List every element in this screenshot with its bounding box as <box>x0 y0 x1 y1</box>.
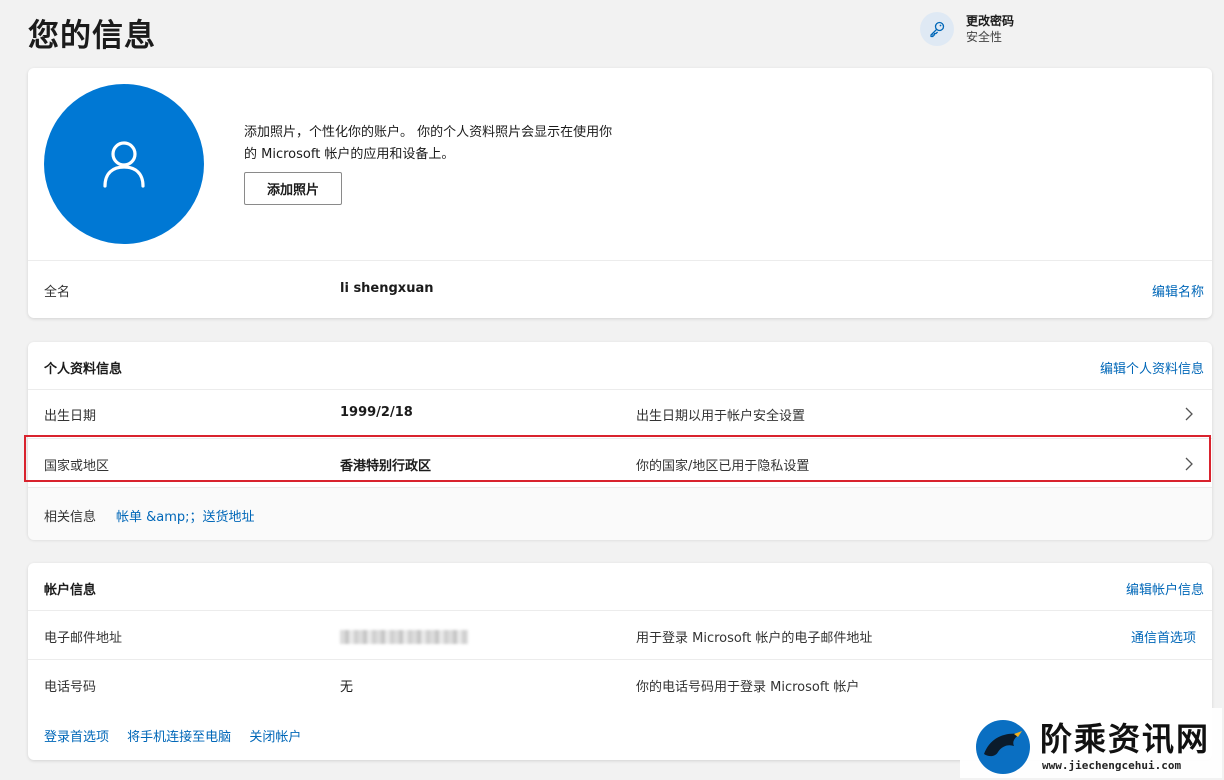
phone-value: 无 <box>340 680 354 695</box>
profile-card: 添加照片，个性化你的账户。 你的个人资料照片会显示在使用你的 Microsoft… <box>28 68 1212 318</box>
page-title: 您的信息 <box>28 18 156 54</box>
email-value-redacted <box>340 630 468 644</box>
link-phone-to-pc-link[interactable]: 将手机连接至电脑 <box>127 730 231 745</box>
eagle-logo-icon <box>976 720 1030 774</box>
country-label: 国家或地区 <box>44 459 110 474</box>
key-icon <box>920 12 954 46</box>
country-value: 香港特别行政区 <box>340 459 432 474</box>
birthdate-row[interactable]: 出生日期 1999/2/18 出生日期以用于帐户安全设置 <box>28 389 1212 438</box>
account-footer-links: 登录首选项 将手机连接至电脑 关闭帐户 <box>44 726 315 745</box>
full-name-row: 全名 li shengxuan 编辑名称 <box>28 260 1212 319</box>
related-info-row: 相关信息 帐单 &amp;；送货地址 <box>28 487 1212 540</box>
watermark-name: 阶乘资讯网 <box>1040 720 1211 758</box>
change-password-link[interactable]: 更改密码 安全性 <box>920 12 1014 46</box>
full-name-label: 全名 <box>44 285 71 300</box>
email-label: 电子邮件地址 <box>44 631 123 646</box>
phone-label: 电话号码 <box>44 680 97 695</box>
edit-name-link[interactable]: 编辑名称 <box>1152 281 1204 300</box>
change-password-subtitle: 安全性 <box>966 30 1003 44</box>
add-photo-button[interactable]: 添加照片 <box>244 172 342 205</box>
birthdate-value: 1999/2/18 <box>340 405 413 420</box>
billing-shipping-link[interactable]: 帐单 &amp;；送货地址 <box>116 506 255 525</box>
account-info-header: 帐户信息 <box>44 583 97 598</box>
phone-note: 你的电话号码用于登录 Microsoft 帐户 <box>636 680 860 695</box>
phone-row: 电话号码 无 你的电话号码用于登录 Microsoft 帐户 <box>28 659 1212 708</box>
personal-info-header: 个人资料信息 <box>44 362 123 377</box>
country-row[interactable]: 国家或地区 香港特别行政区 你的国家/地区已用于隐私设置 <box>28 438 1212 487</box>
related-info-label: 相关信息 <box>44 510 97 525</box>
email-note: 用于登录 Microsoft 帐户的电子邮件地址 <box>636 631 873 646</box>
email-row: 电子邮件地址 用于登录 Microsoft 帐户的电子邮件地址 通信首选项 <box>28 610 1212 659</box>
country-note: 你的国家/地区已用于隐私设置 <box>636 459 810 474</box>
sign-in-preferences-link[interactable]: 登录首选项 <box>44 730 109 745</box>
edit-personal-info-link[interactable]: 编辑个人资料信息 <box>1100 358 1204 377</box>
photo-description: 添加照片，个性化你的账户。 你的个人资料照片会显示在使用你的 Microsoft… <box>244 125 613 162</box>
watermark-url: www.jiechengcehui.com <box>1042 759 1182 772</box>
change-password-title: 更改密码 <box>966 14 1015 28</box>
personal-info-card: 个人资料信息 编辑个人资料信息 出生日期 1999/2/18 出生日期以用于帐户… <box>28 342 1212 540</box>
close-account-link[interactable]: 关闭帐户 <box>249 730 301 745</box>
chevron-right-icon <box>1185 407 1193 421</box>
birthdate-label: 出生日期 <box>44 409 97 424</box>
person-icon <box>103 141 145 188</box>
watermark: 阶乘资讯网 www.jiechengcehui.com <box>960 708 1222 778</box>
chevron-right-icon <box>1185 457 1193 471</box>
edit-account-info-link[interactable]: 编辑帐户信息 <box>1126 579 1204 598</box>
avatar[interactable] <box>44 84 204 244</box>
communication-preferences-link[interactable]: 通信首选项 <box>1131 627 1196 646</box>
full-name-value: li shengxuan <box>340 281 434 296</box>
birthdate-note: 出生日期以用于帐户安全设置 <box>636 409 806 424</box>
